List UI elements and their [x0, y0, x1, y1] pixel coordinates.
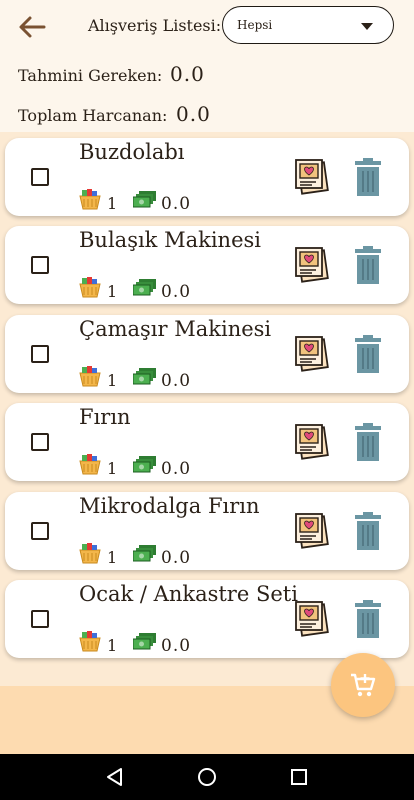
edit-item-icon[interactable] — [294, 423, 330, 461]
list-label: Alışveriş Listesi: — [88, 16, 222, 35]
spent-row: Toplam Harcanan: 0.0 — [18, 102, 210, 126]
estimated-value: 0.0 — [170, 62, 205, 86]
money-icon — [132, 190, 157, 208]
money-icon — [132, 278, 157, 296]
money-icon — [132, 544, 157, 562]
item-checkbox[interactable] — [31, 256, 49, 274]
item-checkbox[interactable] — [31, 610, 49, 628]
basket-icon — [78, 276, 102, 298]
filter-selected-value: Hepsi — [237, 18, 273, 32]
edit-item-icon[interactable] — [294, 158, 330, 196]
edit-item-icon[interactable] — [294, 512, 330, 550]
spent-label: Toplam Harcanan: — [18, 106, 168, 125]
item-quantity: 1 — [107, 636, 118, 655]
trash-icon[interactable] — [354, 334, 382, 374]
trash-icon[interactable] — [354, 599, 382, 639]
item-name: Fırın — [79, 405, 131, 429]
item-checkbox[interactable] — [31, 345, 49, 363]
money-icon — [132, 367, 157, 385]
basket-icon — [78, 630, 102, 652]
back-arrow-icon[interactable] — [16, 12, 48, 42]
item-quantity: 1 — [107, 282, 118, 301]
item-quantity: 1 — [107, 548, 118, 567]
list-item[interactable]: Mikrodalga Fırın 1 0.0 — [5, 492, 409, 570]
item-price: 0.0 — [161, 636, 192, 656]
list-filter-dropdown[interactable]: Hepsi — [222, 6, 394, 44]
item-name: Bulaşık Makinesi — [79, 228, 261, 252]
money-icon — [132, 455, 157, 473]
caret-down-icon — [361, 23, 373, 30]
item-name: Ocak / Ankastre Seti — [79, 582, 298, 606]
add-item-button[interactable] — [331, 653, 395, 717]
money-icon — [132, 632, 157, 650]
item-name: Mikrodalga Fırın — [79, 494, 260, 518]
item-quantity: 1 — [107, 194, 118, 213]
estimated-row: Tahmini Gereken: 0.0 — [18, 62, 204, 86]
item-price: 0.0 — [161, 548, 192, 568]
item-price: 0.0 — [161, 459, 192, 479]
item-checkbox[interactable] — [31, 433, 49, 451]
recents-icon[interactable] — [288, 766, 310, 788]
list-item[interactable]: Ocak / Ankastre Seti 1 0.0 — [5, 580, 409, 658]
system-navigation-bar — [0, 754, 414, 800]
item-name: Çamaşır Makinesi — [79, 317, 272, 341]
spent-value: 0.0 — [176, 102, 211, 126]
trash-icon[interactable] — [354, 511, 382, 551]
edit-item-icon[interactable] — [294, 335, 330, 373]
estimated-label: Tahmini Gereken: — [18, 66, 163, 85]
item-checkbox[interactable] — [31, 522, 49, 540]
basket-icon — [78, 453, 102, 475]
item-quantity: 1 — [107, 371, 118, 390]
trash-icon[interactable] — [354, 422, 382, 462]
trash-icon[interactable] — [354, 157, 382, 197]
item-price: 0.0 — [161, 194, 192, 214]
header: Alışveriş Listesi: Hepsi Tahmini Gereken… — [0, 0, 414, 132]
add-to-cart-icon — [351, 673, 376, 697]
back-icon[interactable] — [104, 766, 126, 788]
basket-icon — [78, 188, 102, 210]
list-item[interactable]: Buzdolabı 1 0.0 — [5, 138, 409, 216]
item-quantity: 1 — [107, 459, 118, 478]
item-name: Buzdolabı — [79, 140, 185, 164]
item-price: 0.0 — [161, 371, 192, 391]
home-icon[interactable] — [196, 766, 218, 788]
list-item[interactable]: Fırın 1 0.0 — [5, 403, 409, 481]
item-price: 0.0 — [161, 282, 192, 302]
trash-icon[interactable] — [354, 245, 382, 285]
edit-item-icon[interactable] — [294, 600, 330, 638]
list-item[interactable]: Bulaşık Makinesi 1 0.0 — [5, 226, 409, 304]
list-item[interactable]: Çamaşır Makinesi 1 0.0 — [5, 315, 409, 393]
basket-icon — [78, 542, 102, 564]
edit-item-icon[interactable] — [294, 246, 330, 284]
item-checkbox[interactable] — [31, 168, 49, 186]
basket-icon — [78, 365, 102, 387]
